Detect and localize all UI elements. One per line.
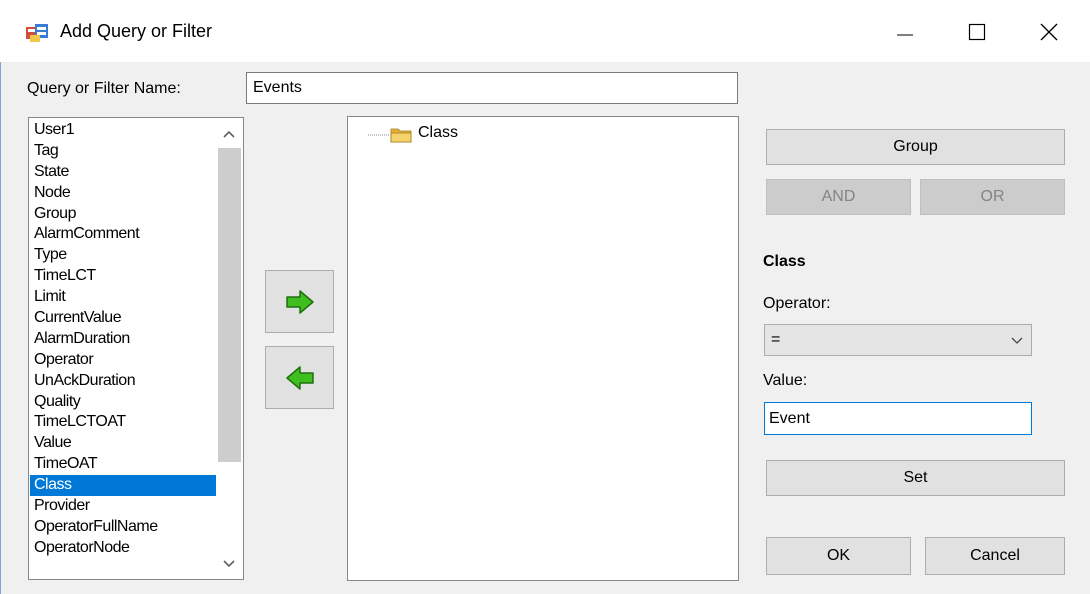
minimize-icon — [897, 34, 913, 36]
name-label: Query or Filter Name: — [27, 80, 181, 97]
list-item[interactable]: Node — [30, 183, 216, 204]
list-scrollbar[interactable] — [216, 118, 243, 579]
list-item[interactable]: AlarmDuration — [30, 329, 216, 350]
scroll-down-arrow-icon[interactable] — [222, 558, 236, 570]
list-item[interactable]: UnAckDuration — [30, 371, 216, 392]
form-app-icon — [26, 24, 48, 42]
list-item[interactable]: TimeLCTOAT — [30, 412, 216, 433]
operator-select[interactable]: = — [764, 324, 1032, 356]
window-border — [0, 0, 1, 594]
field-list-items: User1 Tag State Node Group AlarmComment Type Ti… — [30, 120, 216, 559]
chevron-down-icon — [1011, 337, 1023, 344]
and-button[interactable]: AND — [766, 179, 911, 215]
operator-label: Operator: — [763, 295, 831, 312]
group-button[interactable]: Group — [766, 129, 1065, 165]
minimize-button[interactable] — [885, 12, 925, 52]
window-title: Add Query or Filter — [60, 21, 213, 41]
list-item[interactable]: CurrentValue — [30, 308, 216, 329]
scroll-up-arrow-icon[interactable] — [222, 128, 236, 140]
close-button[interactable] — [1029, 12, 1069, 52]
maximize-icon — [968, 23, 986, 41]
remove-field-button[interactable] — [265, 346, 334, 409]
or-button[interactable]: OR — [920, 179, 1065, 215]
list-item[interactable]: AlarmComment — [30, 224, 216, 245]
list-item[interactable]: TimeOAT — [30, 454, 216, 475]
value-input[interactable] — [764, 402, 1032, 435]
list-item[interactable]: State — [30, 162, 216, 183]
query-name-input[interactable] — [246, 72, 738, 104]
list-item[interactable]: Limit — [30, 287, 216, 308]
list-item[interactable]: OperatorNode — [30, 538, 216, 559]
operator-value: = — [771, 331, 781, 348]
green-left-arrow-icon — [285, 365, 314, 390]
list-item[interactable]: User1 — [30, 120, 216, 141]
list-item[interactable]: Operator — [30, 350, 216, 371]
ok-button[interactable]: OK — [766, 537, 911, 575]
list-item[interactable]: Provider — [30, 496, 216, 517]
list-item[interactable]: Value — [30, 433, 216, 454]
condition-title: Class — [763, 253, 806, 270]
query-tree-view[interactable]: Class — [347, 116, 739, 581]
list-item[interactable]: Group — [30, 204, 216, 225]
set-button[interactable]: Set — [766, 460, 1065, 496]
field-listbox[interactable]: User1 Tag State Node Group AlarmComment Type Ti… — [28, 117, 244, 580]
add-field-button[interactable] — [265, 270, 334, 333]
maximize-button[interactable] — [957, 12, 997, 52]
value-label: Value: — [763, 372, 808, 389]
scroll-thumb[interactable] — [218, 148, 241, 462]
list-item[interactable]: Type — [30, 245, 216, 266]
title-bar: Add Query or Filter — [0, 0, 1090, 62]
tree-node-class[interactable]: Class — [418, 124, 458, 142]
cancel-button[interactable]: Cancel — [925, 537, 1065, 575]
close-icon — [1040, 23, 1058, 41]
list-item[interactable]: Tag — [30, 141, 216, 162]
folder-icon — [390, 128, 412, 143]
green-right-arrow-icon — [285, 289, 314, 314]
tree-connector — [368, 134, 390, 136]
list-item[interactable]: Class — [30, 475, 216, 497]
list-item[interactable]: OperatorFullName — [30, 517, 216, 538]
list-item[interactable]: TimeLCT — [30, 266, 216, 287]
list-item[interactable]: Quality — [30, 392, 216, 413]
